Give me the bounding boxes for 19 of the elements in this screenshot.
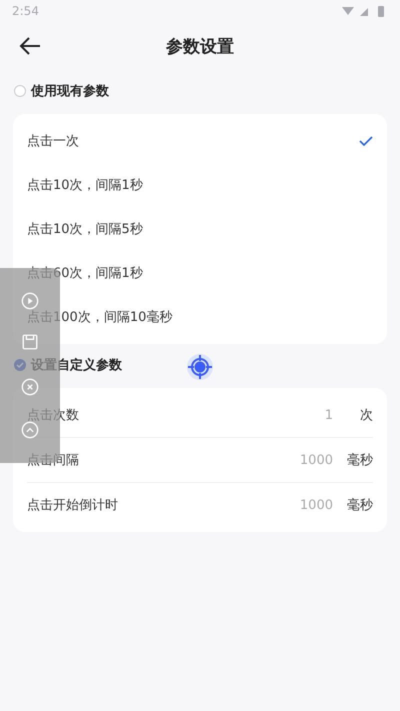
play-icon[interactable] [21,292,39,310]
page-title: 参数设置 [166,36,234,58]
collapse-icon[interactable] [21,421,39,439]
unit-label: 毫秒 [347,452,373,469]
preset-option[interactable]: 点击10次，间隔5秒 [27,207,373,251]
crosshair-icon[interactable] [186,353,214,381]
check-icon [359,135,373,147]
field-label: 点击开始倒计时 [27,497,118,514]
radio-button[interactable] [14,85,26,97]
back-button[interactable] [18,35,42,57]
section-label: 使用现有参数 [31,83,109,100]
close-icon[interactable] [21,378,39,396]
unit-label: 毫秒 [347,497,373,514]
preset-option[interactable]: 点击10次，间隔1秒 [27,163,373,207]
status-time: 2:54 [12,4,39,18]
save-icon[interactable] [21,333,39,351]
unit-label: 次 [359,407,373,424]
preset-option[interactable]: 点击一次 [27,119,373,163]
preset-option[interactable]: 点击60次，间隔1秒 [27,251,373,295]
